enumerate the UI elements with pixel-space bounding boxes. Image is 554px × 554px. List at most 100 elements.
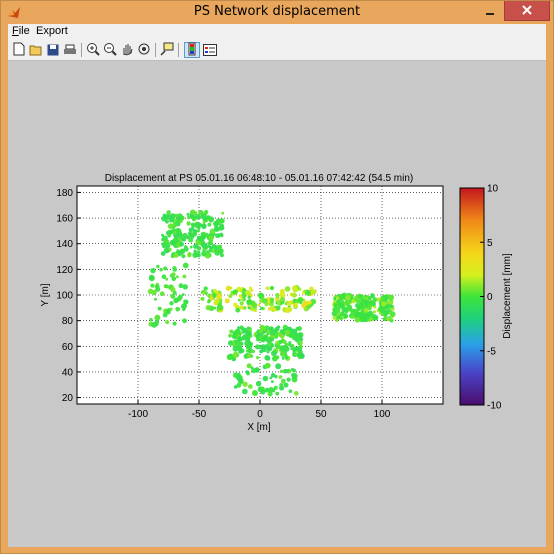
scatter-point <box>242 381 248 387</box>
scatter-point <box>201 251 207 257</box>
scatter-point <box>246 330 251 335</box>
scatter-point <box>297 326 302 331</box>
scatter-point <box>270 334 275 339</box>
displacement-figure: Displacement at PS 05.01.16 06:48:10 - 0… <box>40 173 513 433</box>
scatter-point <box>162 244 166 249</box>
scatter-point <box>148 275 155 282</box>
scatter-point <box>192 228 198 234</box>
scatter-point <box>165 277 169 281</box>
scatter-point <box>175 306 181 312</box>
scatter-point <box>294 338 300 343</box>
scatter-point <box>246 346 249 350</box>
matlab-figure-window: PS Network displacement File Export Disp… <box>0 0 554 554</box>
scatter-point <box>251 390 258 397</box>
scatter-point <box>296 332 303 339</box>
scatter-point <box>241 388 248 395</box>
scatter-point <box>237 372 241 376</box>
scatter-point <box>279 382 284 387</box>
scatter-point <box>294 391 299 396</box>
scatter-point <box>283 346 290 352</box>
scatter-point <box>161 274 167 280</box>
y-axis-label: Y [m] <box>40 283 51 306</box>
scatter-point <box>292 302 299 309</box>
scatter-point <box>271 350 277 357</box>
scatter-point <box>343 313 349 319</box>
scatter-point <box>157 306 162 311</box>
scatter-point <box>213 306 217 310</box>
scatter-point <box>150 267 156 274</box>
scatter-point <box>269 297 275 302</box>
scatter-point <box>338 294 343 299</box>
scatter-point <box>156 264 160 269</box>
scatter-point <box>292 298 297 303</box>
scatter-point <box>279 288 285 295</box>
scatter-point <box>213 246 220 252</box>
scatter-point <box>275 363 282 370</box>
scatter-point <box>240 297 244 301</box>
scatter-point <box>164 219 170 224</box>
scatter-point <box>200 296 205 301</box>
scatter-point <box>170 240 176 246</box>
scatter-point <box>229 286 233 290</box>
colorbar-tick-label: 0 <box>487 292 493 303</box>
y-tick-label: 140 <box>56 239 73 250</box>
scatter-point <box>247 306 251 310</box>
scatter-point <box>254 344 261 350</box>
scatter-point <box>275 391 280 396</box>
colorbar-tick-label: -10 <box>487 401 502 412</box>
scatter-point <box>269 286 274 290</box>
scatter-point <box>255 356 260 360</box>
scatter-point <box>183 246 189 252</box>
x-tick-label: 50 <box>315 409 327 420</box>
scatter-point <box>207 222 212 227</box>
scatter-point <box>250 349 254 353</box>
scatter-point <box>364 317 369 323</box>
scatter-point <box>205 304 211 311</box>
scatter-point <box>237 298 241 302</box>
scatter-point <box>284 286 291 292</box>
scatter-point <box>356 311 361 316</box>
scatter-point <box>375 317 379 320</box>
scatter-point <box>238 350 242 354</box>
scatter-point <box>298 350 301 353</box>
scatter-point <box>237 336 243 341</box>
scatter-point <box>234 333 238 337</box>
y-tick-label: 60 <box>62 342 74 353</box>
scatter-point <box>246 326 250 330</box>
scatter-point <box>167 242 171 246</box>
scatter-point <box>224 298 230 304</box>
scatter-point <box>197 226 201 230</box>
y-tick-label: 40 <box>62 367 74 378</box>
scatter-point <box>175 275 179 279</box>
scatter-point <box>189 233 195 239</box>
scatter-point <box>232 289 238 295</box>
scatter-point <box>159 267 163 272</box>
scatter-point <box>181 254 186 259</box>
scatter-point <box>265 286 270 291</box>
scatter-point <box>175 227 181 233</box>
scatter-point <box>275 340 280 345</box>
scatter-point <box>166 210 171 215</box>
scatter-point <box>269 376 273 380</box>
scatter-point <box>221 211 225 215</box>
scatter-point <box>267 341 272 346</box>
scatter-point <box>368 304 372 308</box>
scatter-point <box>196 229 200 233</box>
scatter-point <box>191 224 195 228</box>
scatter-point <box>356 307 361 312</box>
scatter-point <box>165 284 169 289</box>
scatter-point <box>208 235 214 241</box>
scatter-point <box>179 241 184 247</box>
scatter-point <box>388 295 393 300</box>
scatter-point <box>297 297 304 304</box>
scatter-point <box>188 227 194 233</box>
scatter-point <box>154 297 157 301</box>
scatter-point <box>235 340 241 346</box>
scatter-point <box>282 339 287 345</box>
scatter-point <box>333 303 338 307</box>
scatter-point <box>191 217 195 221</box>
scatter-point <box>202 220 206 224</box>
scatter-point <box>303 289 307 293</box>
scatter-point <box>336 314 342 320</box>
x-tick-label: -50 <box>192 409 207 420</box>
